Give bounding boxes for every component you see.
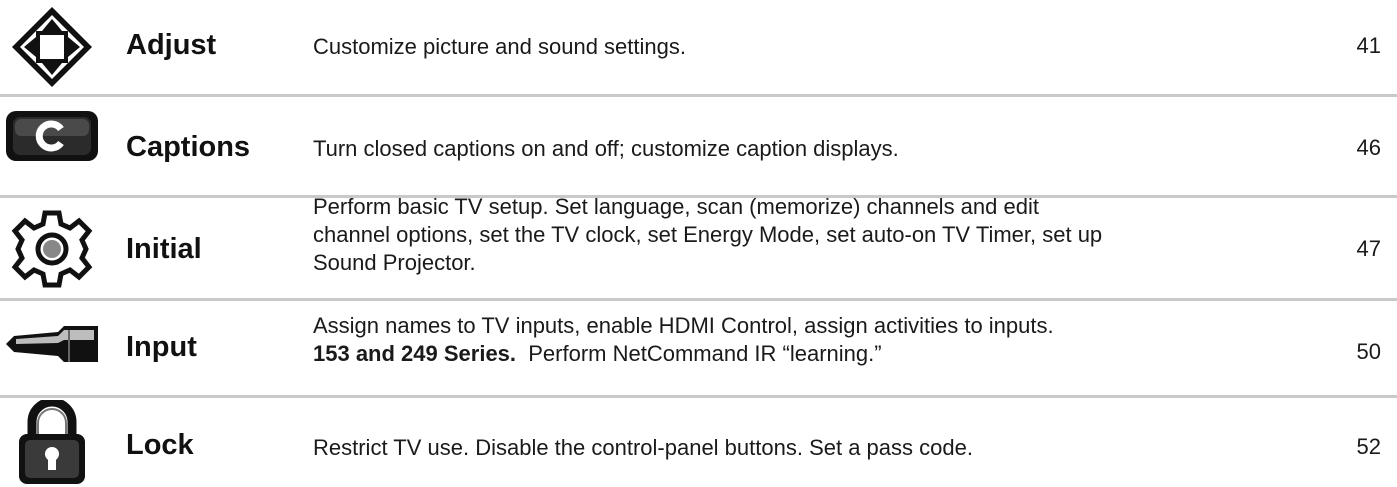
menu-row-input: Input Assign names to TV inputs, enable … <box>0 301 1397 395</box>
captions-c-icon <box>4 107 100 165</box>
menu-row-captions: Captions Turn closed captions on and off… <box>0 97 1397 195</box>
row-description: Perform basic TV setup. Set language, sc… <box>313 193 1313 277</box>
row-description-line: channel options, set the TV clock, set E… <box>313 222 1103 247</box>
row-title: Initial <box>126 233 202 265</box>
row-page-number: 41 <box>1356 33 1381 58</box>
series-emphasis: 153 and 249 Series. <box>313 341 517 366</box>
row-description: Customize picture and sound settings. <box>313 34 686 59</box>
row-description-line: 153 and 249 Series. Perform NetCommand I… <box>313 340 1313 368</box>
row-page-number: 50 <box>1356 339 1381 364</box>
row-description-line: Sound Projector. <box>313 250 476 275</box>
row-page-number: 52 <box>1356 434 1381 459</box>
row-description: Restrict TV use. Disable the control-pan… <box>313 435 973 460</box>
row-title: Input <box>126 331 197 363</box>
input-cable-icon <box>4 319 100 369</box>
menu-row-adjust: Adjust Customize picture and sound setti… <box>0 0 1397 94</box>
menu-row-lock: Lock Restrict TV use. Disable the contro… <box>0 398 1397 487</box>
row-description-line: Perform basic TV setup. Set language, sc… <box>313 194 1039 219</box>
menu-row-initial: Initial Perform basic TV setup. Set lang… <box>0 194 1397 298</box>
row-description: Assign names to TV inputs, enable HDMI C… <box>313 312 1313 368</box>
gear-icon <box>4 206 100 292</box>
row-description-line: Assign names to TV inputs, enable HDMI C… <box>313 313 1054 338</box>
row-description-rest: Perform NetCommand IR “learning.” <box>516 341 882 366</box>
row-title: Adjust <box>126 29 217 61</box>
row-page-number: 46 <box>1356 135 1381 160</box>
row-title: Captions <box>126 131 251 163</box>
row-description: Turn closed captions on and off; customi… <box>313 136 899 161</box>
row-page-number: 47 <box>1356 236 1381 261</box>
padlock-icon <box>4 400 100 486</box>
row-title: Lock <box>126 429 194 461</box>
arrow-cross-icon <box>4 4 100 90</box>
